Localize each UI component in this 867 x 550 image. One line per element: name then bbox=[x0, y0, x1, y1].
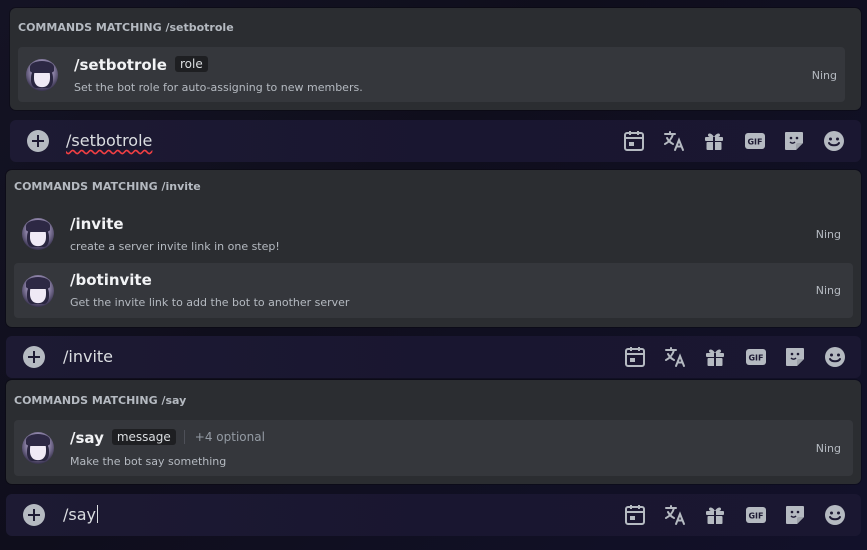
bot-avatar bbox=[22, 275, 54, 307]
message-input[interactable]: /setbotrole bbox=[66, 131, 152, 150]
autocomplete-panel-setbotrole: COMMANDS MATCHING /setbotrole /setbotrol… bbox=[10, 8, 861, 110]
gif-icon[interactable]: GIF bbox=[744, 345, 768, 369]
gift-icon[interactable] bbox=[703, 503, 727, 527]
command-row-invite[interactable]: /invite create a server invite link in o… bbox=[14, 206, 853, 261]
command-row-say[interactable]: /say message +4 optional Make the bot say … bbox=[14, 420, 853, 476]
command-description: Set the bot role for auto-assigning to n… bbox=[74, 81, 363, 94]
message-input-bar: /invite GIF bbox=[6, 336, 861, 378]
message-input-bar: /setbotrole GIF bbox=[10, 120, 861, 162]
command-row-setbotrole[interactable]: /setbotrole role Set the bot role for aut… bbox=[18, 47, 845, 102]
emoji-icon[interactable] bbox=[823, 503, 847, 527]
param-badge: message bbox=[111, 429, 176, 445]
svg-text:GIF: GIF bbox=[747, 138, 762, 147]
add-attachment-button[interactable] bbox=[27, 130, 49, 152]
bot-avatar bbox=[26, 59, 58, 91]
panel-header: COMMANDS MATCHING /invite bbox=[14, 180, 201, 193]
gif-icon[interactable]: GIF bbox=[744, 503, 768, 527]
add-attachment-button[interactable] bbox=[23, 504, 45, 526]
param-badge: role bbox=[174, 56, 208, 72]
message-input-text: /say bbox=[63, 505, 96, 524]
autocomplete-panel-say: COMMANDS MATCHING /say /say message +4 opt… bbox=[6, 380, 861, 484]
panel-header: COMMANDS MATCHING /setbotrole bbox=[18, 21, 234, 34]
sticker-icon[interactable] bbox=[783, 345, 807, 369]
autocomplete-panel-invite: COMMANDS MATCHING /invite /invite create… bbox=[6, 170, 861, 327]
command-name: /say message +4 optional bbox=[70, 429, 265, 447]
optional-params: +4 optional bbox=[183, 430, 265, 444]
message-input-bar: /say GIF bbox=[6, 494, 861, 536]
sticker-icon[interactable] bbox=[782, 129, 806, 153]
add-attachment-button[interactable] bbox=[23, 346, 45, 368]
command-name-text: /say bbox=[70, 429, 104, 447]
command-source: Ning bbox=[815, 442, 841, 455]
message-input[interactable]: /say bbox=[63, 505, 98, 524]
command-description: Make the bot say something bbox=[70, 455, 227, 468]
chat-toolbar: GIF bbox=[623, 503, 853, 527]
command-description: Get the invite link to add the bot to an… bbox=[70, 296, 350, 309]
schedule-icon[interactable] bbox=[622, 129, 646, 153]
message-input-text: /setbotrole bbox=[66, 131, 153, 150]
command-name: /invite bbox=[70, 215, 124, 233]
gift-icon[interactable] bbox=[702, 129, 726, 153]
schedule-icon[interactable] bbox=[623, 503, 647, 527]
gift-icon[interactable] bbox=[703, 345, 727, 369]
sticker-icon[interactable] bbox=[783, 503, 807, 527]
command-source: Ning bbox=[811, 69, 837, 82]
command-source: Ning bbox=[815, 284, 841, 297]
command-description: create a server invite link in one step! bbox=[70, 240, 280, 253]
translate-icon[interactable] bbox=[663, 503, 687, 527]
message-input-text: /invite bbox=[63, 347, 114, 366]
translate-icon[interactable] bbox=[663, 345, 687, 369]
command-name-text: /setbotrole bbox=[74, 56, 167, 74]
schedule-icon[interactable] bbox=[623, 345, 647, 369]
emoji-icon[interactable] bbox=[823, 345, 847, 369]
chat-toolbar: GIF bbox=[623, 345, 853, 369]
emoji-icon[interactable] bbox=[822, 129, 846, 153]
command-row-botinvite[interactable]: /botinvite Get the invite link to add th… bbox=[14, 263, 853, 318]
gif-icon[interactable]: GIF bbox=[743, 129, 767, 153]
svg-text:GIF: GIF bbox=[748, 354, 763, 363]
translate-icon[interactable] bbox=[662, 129, 686, 153]
panel-header: COMMANDS MATCHING /say bbox=[14, 394, 187, 407]
bot-avatar bbox=[22, 432, 54, 464]
command-name: /setbotrole role bbox=[74, 56, 208, 74]
command-source: Ning bbox=[815, 228, 841, 241]
message-input[interactable]: /invite bbox=[63, 347, 113, 366]
svg-text:GIF: GIF bbox=[748, 512, 763, 521]
chat-toolbar: GIF bbox=[622, 129, 852, 153]
text-caret bbox=[97, 505, 98, 523]
bot-avatar bbox=[22, 218, 54, 250]
command-name: /botinvite bbox=[70, 271, 152, 289]
